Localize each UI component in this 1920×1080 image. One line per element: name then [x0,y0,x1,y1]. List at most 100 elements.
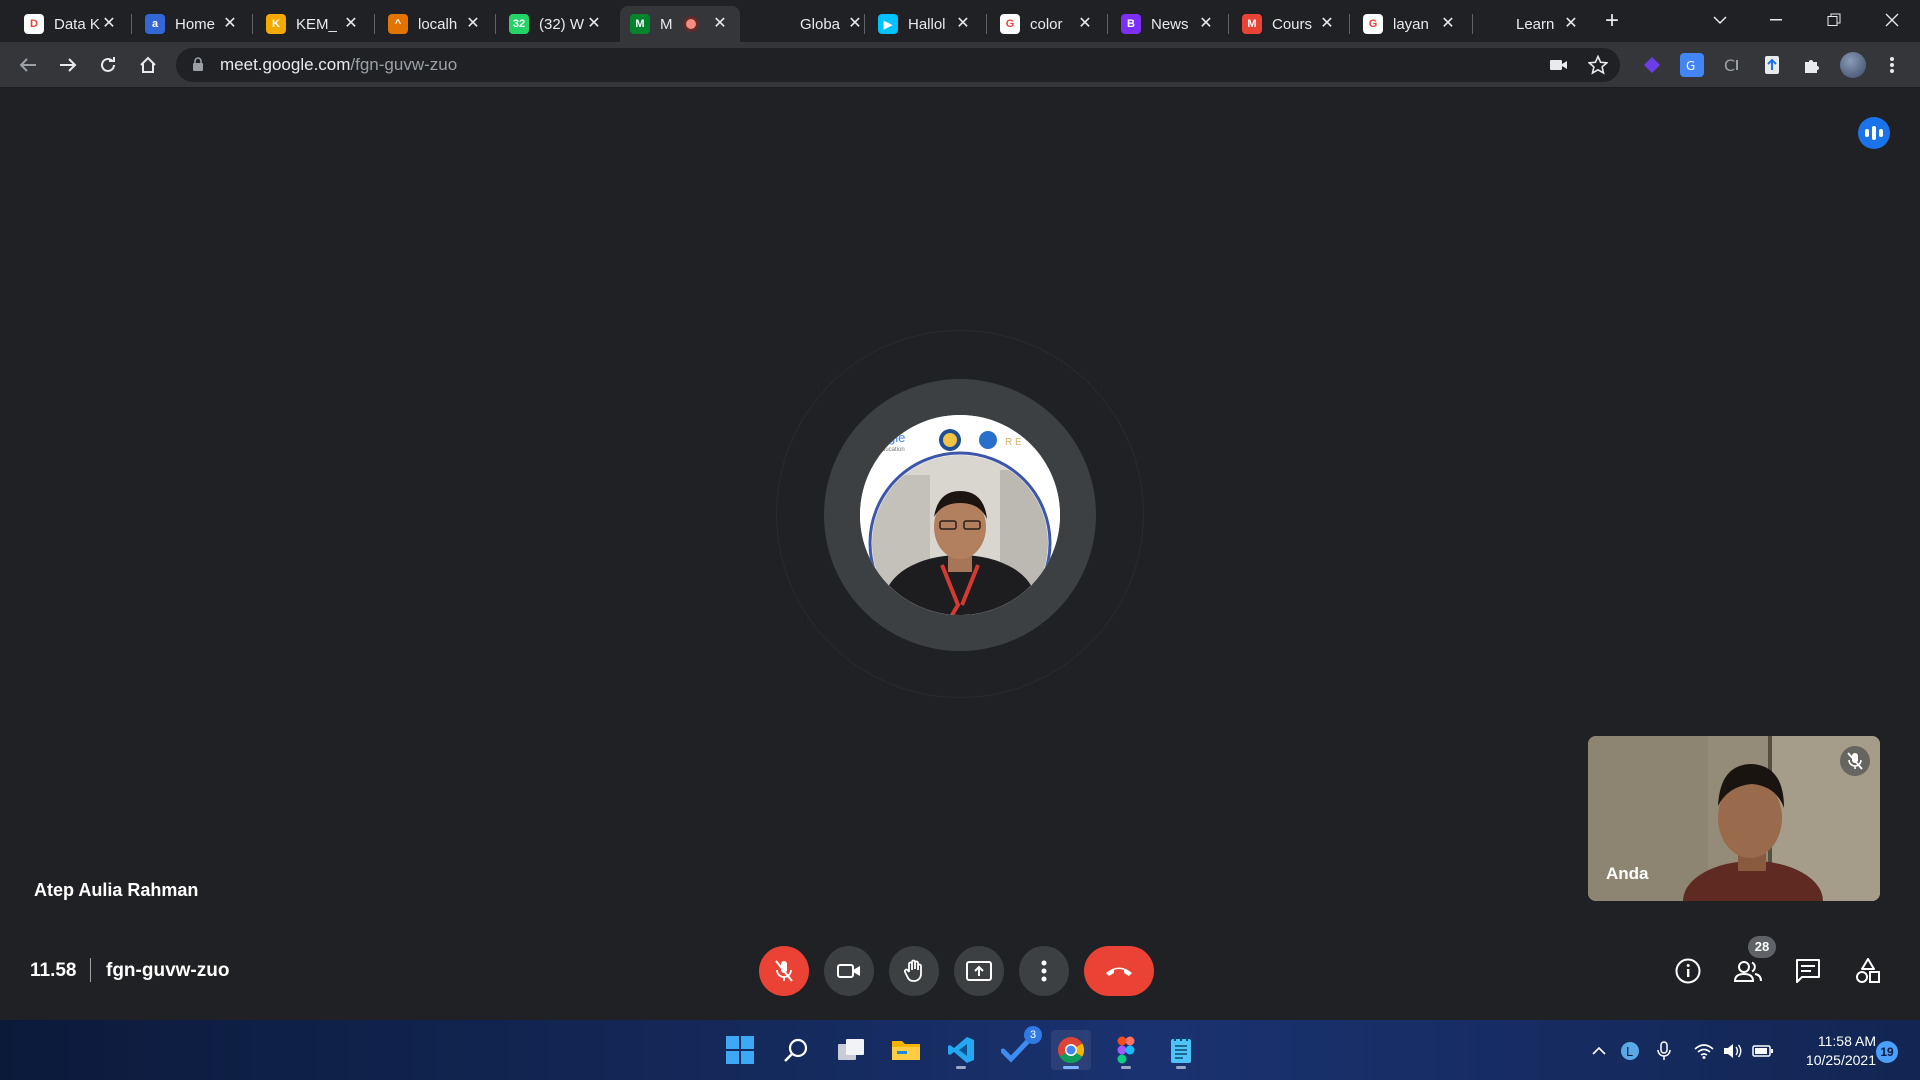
hang-up-icon [1106,967,1132,976]
tab-title: Home [175,15,216,33]
tab-separator [252,14,253,34]
tab-search-button[interactable] [1692,0,1748,40]
tab-1[interactable]: a Home ✕ [135,6,250,42]
address-bar[interactable]: meet.google.com/fgn-guvw-zuo [176,48,1620,82]
figma-button[interactable] [1106,1030,1146,1070]
camera-in-use-icon[interactable] [1550,58,1568,72]
url-path: /fgn-guvw-zuo [350,55,458,74]
chat-button[interactable] [1791,954,1825,988]
toggle-camera-button[interactable] [824,946,874,996]
search-button[interactable] [776,1030,816,1070]
notepad-button[interactable] [1161,1030,1201,1070]
microphone-tray-icon[interactable] [1653,1040,1675,1062]
close-tab-icon[interactable]: ✕ [463,14,483,34]
translate-extension-icon[interactable]: G [1680,53,1704,77]
close-tab-icon[interactable]: ✕ [1561,14,1581,34]
leave-call-button[interactable] [1084,946,1154,996]
self-view-tile[interactable]: Anda [1588,736,1880,901]
chrome-button[interactable] [1051,1030,1091,1070]
home-button[interactable] [132,49,164,81]
extension-purple-icon[interactable] [1640,53,1664,77]
task-view-button[interactable] [831,1030,871,1070]
notification-badge[interactable]: 19 [1876,1041,1898,1063]
volume-tray-icon[interactable] [1722,1040,1744,1062]
restore-button[interactable] [1806,0,1862,40]
close-tab-icon[interactable]: ✕ [845,14,865,34]
volume-icon [1724,1044,1742,1058]
show-hidden-icons-button[interactable] [1588,1040,1610,1062]
participants-button[interactable] [1731,954,1765,988]
url-text: meet.google.com/fgn-guvw-zuo [220,55,457,75]
start-button[interactable] [720,1030,760,1070]
close-window-button[interactable] [1864,0,1920,40]
wifi-icon [1694,1044,1714,1059]
system-clock[interactable]: 11:58 AM 10/25/2021 [1792,1032,1876,1070]
tab-7[interactable]: ▶ Hallol ✕ [868,6,983,42]
extensions-puzzle-icon[interactable] [1800,53,1824,77]
wifi-tray-icon[interactable] [1693,1040,1715,1062]
forward-button[interactable] [52,49,84,81]
active-speaker-icon[interactable] [1858,117,1890,149]
close-tab-icon[interactable]: ✕ [1196,14,1216,34]
svg-text:C: C [1724,56,1735,75]
tab-6[interactable]: Globa ✕ [760,6,875,42]
presenter-name: Atep Aulia Rahman [34,880,199,900]
present-screen-button[interactable] [954,946,1004,996]
file-explorer-button[interactable] [886,1030,926,1070]
meeting-details-button[interactable] [1671,954,1705,988]
more-options-button[interactable] [1019,946,1069,996]
tab-separator [374,14,375,34]
reload-button[interactable] [92,49,124,81]
activities-button[interactable] [1851,954,1885,988]
close-tab-icon[interactable]: ✕ [220,14,240,34]
presenter-photo: gle ducation R E [860,415,1060,615]
arrow-left-icon [19,58,36,72]
profile-avatar[interactable] [1840,52,1866,78]
tray-app-icon[interactable]: L [1619,1040,1641,1062]
tab-8[interactable]: Gcolor ✕ [990,6,1105,42]
reload-icon [101,57,115,72]
meeting-code: fgn-guvw-zuo [106,960,230,981]
tab-separator [864,14,865,34]
battery-tray-icon[interactable] [1752,1040,1774,1062]
tab-0[interactable]: D Data K ✕ [14,6,129,42]
toggle-mic-button[interactable] [759,946,809,996]
close-tab-icon[interactable]: ✕ [1075,14,1095,34]
close-tab-icon[interactable]: ✕ [341,14,361,34]
more-vert-icon [1041,960,1047,982]
new-tab-button[interactable]: + [1598,8,1626,36]
running-indicator [1176,1066,1186,1069]
close-tab-icon[interactable]: ✕ [953,14,973,34]
bookmark-star-icon[interactable] [1588,55,1608,75]
activities-shapes-icon [1856,958,1880,983]
svg-text:L: L [1626,1045,1633,1059]
tab-5[interactable]: M M ✕ [620,6,740,42]
tab-10[interactable]: M Cours ✕ [1232,6,1347,42]
tab-12[interactable]: Learn ✕ [1476,6,1591,42]
vscode-button[interactable] [941,1030,981,1070]
close-tab-icon[interactable]: ✕ [584,14,604,34]
tab-3[interactable]: ^ localh ✕ [378,6,493,42]
close-tab-icon[interactable]: ✕ [99,14,119,34]
tab-2[interactable]: K KEM_ ✕ [256,6,371,42]
close-tab-icon[interactable]: ✕ [710,14,730,34]
google-favicon: G [1363,14,1383,34]
minimize-button[interactable] [1748,0,1804,40]
todo-button[interactable]: 3 [996,1026,1042,1070]
gmail-favicon: M [1242,14,1262,34]
localhost-favicon: ^ [388,14,408,34]
tab-9[interactable]: B News ✕ [1111,6,1226,42]
tab-title: Hallol [908,15,946,33]
presenter-avatar: gle ducation R E [860,415,1060,615]
url-host: meet.google.com [220,55,351,74]
mic-off-icon [775,960,793,982]
extension-c-icon[interactable]: C [1720,53,1744,77]
close-tab-icon[interactable]: ✕ [1317,14,1337,34]
close-tab-icon[interactable]: ✕ [1438,14,1458,34]
browser-menu-icon[interactable] [1880,53,1904,77]
tab-4[interactable]: 32 (32) W ✕ [499,6,614,42]
extension-save-icon[interactable] [1760,53,1784,77]
back-button[interactable] [12,49,44,81]
raise-hand-button[interactable] [889,946,939,996]
tab-11[interactable]: Glayan ✕ [1353,6,1468,42]
